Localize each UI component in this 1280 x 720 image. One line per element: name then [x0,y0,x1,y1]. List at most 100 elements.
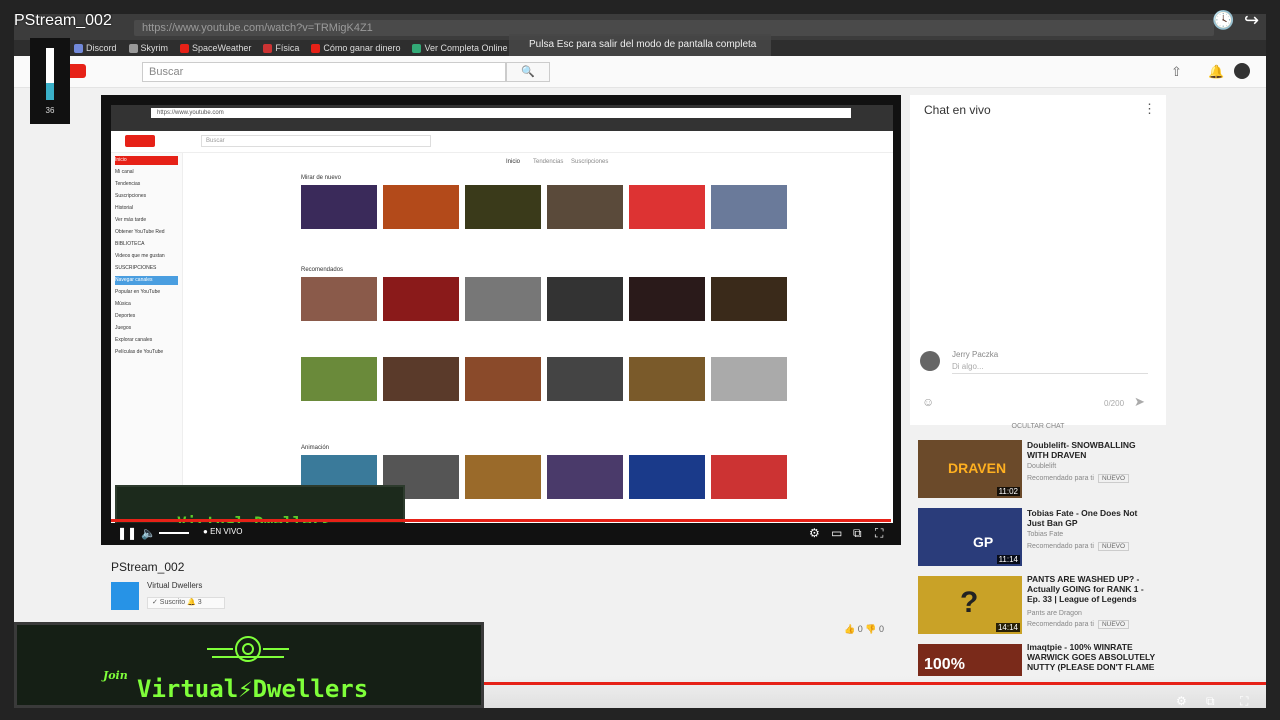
cast-icon[interactable]: ⧉ [1206,694,1215,709]
thumbs-down-icon[interactable]: 👎 [865,624,876,634]
cast-icon[interactable]: ⧉ [853,526,862,540]
duration-label: 14:14 [995,623,1020,632]
share-icon[interactable]: ↪ [1244,10,1259,31]
fullscreen-icon[interactable]: ⛶ [875,526,883,540]
weather-icon [180,43,190,53]
meter-fill [46,83,54,100]
like-dislike: 👍 0 👎 0 [844,624,885,634]
related-videos: DRAVEN 11:02 Doublelift- SNOWBALLING WIT… [910,432,1166,708]
inner-search: Buscar [201,135,431,147]
char-count: 0/200 [1104,399,1125,408]
channel-avatar[interactable] [111,582,139,610]
sidebar-item: Películas de YouTube [115,349,164,355]
join-text: Join [103,669,128,682]
sidebar-item: Ver más tarde [115,217,147,223]
volume-slider[interactable] [159,532,189,534]
bookmark-item[interactable]: Física [263,43,299,53]
clock-icon[interactable]: 🕓 [1212,10,1234,31]
inner-tab: Suscripciones [571,159,609,165]
video-thumbnail [465,185,541,229]
sidebar-item: Deportes [115,313,136,319]
live-label: ● EN VIVO [203,527,243,536]
sidebar-item: Popular en YouTube [115,289,161,295]
new-badge: NUEVO [1097,542,1130,551]
settings-icon[interactable]: ⚙ [1176,694,1187,708]
youtube-icon [311,43,321,53]
bookmark-item[interactable]: SpaceWeather [180,43,251,53]
video-player[interactable]: https://www.youtube.com Buscar Inicio Te… [101,95,901,545]
bell-icon[interactable]: 🔔 [1208,64,1224,80]
related-meta: Recomendado para ti NUEVO [1027,474,1130,483]
stream-title: PStream_002 [14,12,112,29]
video-thumbnail: GP 11:14 [918,508,1022,566]
sidebar-item: Suscripciones [115,193,147,199]
related-item[interactable]: GP 11:14 Tobias Fate - One Does Not Just… [910,500,1166,566]
player-content: https://www.youtube.com Buscar Inicio Te… [111,105,893,523]
chat-input[interactable]: Di algo... [952,362,1148,374]
send-icon[interactable]: ➤ [1134,394,1145,410]
bookmark-item[interactable]: Skyrim [128,43,168,53]
subscribe-button[interactable]: ✓ Suscrito 🔔 3 [147,597,225,609]
sidebar-item: Explorar canales [115,337,153,343]
related-item[interactable]: ? 14:14 PANTS ARE WASHED UP? - Actually … [910,568,1166,634]
search-input[interactable]: Buscar [142,62,506,82]
related-title: Tobias Fate - One Does Not Just Ban GP [1027,508,1138,528]
related-item[interactable]: DRAVEN 11:02 Doublelift- SNOWBALLING WIT… [910,432,1166,498]
video-thumbnail: ? 14:14 [918,576,1022,634]
bookmark-item[interactable]: Ver Completa Online [412,43,508,53]
volume-icon[interactable]: 🔈 [141,526,156,540]
video-thumbnail [711,185,787,229]
sidebar-item: Obtener YouTube Red [115,229,165,235]
search-button[interactable]: 🔍 [506,62,550,82]
new-badge: NUEVO [1097,620,1130,629]
sidebar-item: Juegos [115,325,132,331]
pause-icon[interactable]: ❚❚ [117,526,137,540]
avatar[interactable] [1234,63,1250,79]
discord-icon [74,43,83,53]
brand-overlay: Join Virtual⚡Dwellers [14,622,484,708]
new-badge: NUEVO [1097,474,1130,483]
hide-chat-button[interactable]: OCULTAR CHAT [910,423,1166,430]
section-title: Recomendados [301,267,344,273]
progress-bar[interactable] [111,519,891,522]
video-thumbnail [629,277,705,321]
sidebar-item: Tendencias [115,181,141,187]
video-thumbnail [383,277,459,321]
meter-value: 36 [45,106,55,115]
physics-icon [263,43,273,53]
related-channel: Doublelift [1027,463,1057,470]
related-meta: Recomendado para ti NUEVO [1027,542,1130,551]
chat-username: Jerry Paczka [952,350,999,359]
video-thumbnail [547,455,623,499]
brand-text: Virtual⚡Dwellers [137,675,369,703]
inner-browser-toolbar: https://www.youtube.com [111,105,893,131]
sidebar-item: Música [115,301,131,307]
video-thumbnail [301,357,377,401]
emoji-icon[interactable]: ☺ [922,395,934,409]
video-title: PStream_002 [111,560,185,574]
progress-bar[interactable] [484,682,1266,685]
inner-tab: Inicio [506,159,521,165]
more-vert-icon[interactable]: ⋮ [1143,101,1156,117]
channel-name[interactable]: Virtual Dwellers [147,581,202,590]
inner-tab: Tendencias [533,159,564,165]
theater-icon[interactable]: ▭ [831,526,842,540]
video-thumbnail [465,277,541,321]
related-title: Doublelift- SNOWBALLING WITH DRAVEN [1027,440,1136,460]
settings-icon[interactable]: ⚙ [809,526,820,540]
bookmark-item[interactable]: Discord [74,43,117,53]
fullscreen-tooltip: Pulsa Esc para salir del modo de pantall… [509,34,771,56]
upload-icon[interactable]: ⇧ [1171,64,1182,80]
sidebar-item: Inicio [115,156,178,165]
thumbs-up-icon[interactable]: 👍 [844,624,855,634]
related-title: PANTS ARE WASHED UP? - Actually GOING fo… [1027,574,1144,604]
inner-sidebar: Inicio Mi canal Tendencias Suscripciones… [111,153,183,523]
exit-fullscreen-icon[interactable]: ⛶ [1240,694,1248,709]
video-thumbnail [547,185,623,229]
inner-feed: Mirar de nuevo Recomendados Animación [301,175,791,523]
video-thumbnail [301,277,377,321]
related-meta: Recomendado para ti NUEVO [1027,620,1130,629]
bookmark-item[interactable]: Cómo ganar dinero [311,43,400,53]
film-icon [412,43,422,53]
duration-label: 11:02 [996,487,1020,496]
